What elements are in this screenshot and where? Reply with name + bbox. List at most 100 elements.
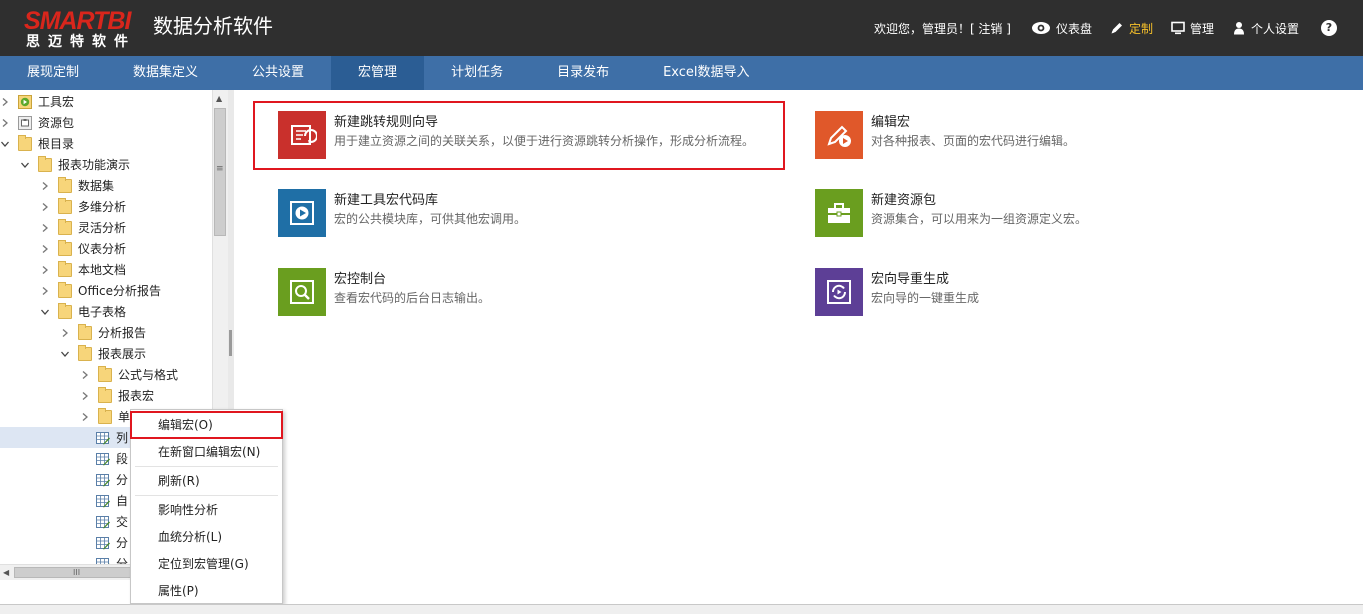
- card-new-resource-package[interactable]: 新建资源包 资源集合，可以用来为一组资源定义宏。: [815, 189, 1335, 249]
- tree-item-flexible-analysis[interactable]: 灵活分析: [0, 217, 212, 238]
- tab-directory-publish[interactable]: 目录发布: [530, 56, 636, 90]
- tree-item-label: 仪表分析: [78, 242, 127, 256]
- chevron-right-icon[interactable]: [0, 97, 10, 107]
- chevron-right-icon[interactable]: [40, 286, 50, 296]
- scroll-grip: ≡: [216, 164, 224, 174]
- tree-item-label: 报表宏: [118, 389, 155, 403]
- card-edit-macro[interactable]: 编辑宏 对各种报表、页面的宏代码进行编辑。: [815, 111, 1335, 171]
- tree-item-report-display[interactable]: 报表展示: [0, 343, 212, 364]
- tree-item-label: 报表展示: [98, 347, 147, 361]
- tree-item-resource-package[interactable]: 资源包: [0, 112, 212, 133]
- tree-item-office-report[interactable]: Office分析报告: [0, 280, 212, 301]
- top-header: SMARTBI 思迈特软件 数据分析软件 欢迎您，管理员！[ 注销 ] 仪表盘 …: [0, 0, 1363, 56]
- card-title: 新建工具宏代码库: [334, 193, 439, 208]
- tree-item-report-macro[interactable]: 报表宏: [0, 385, 212, 406]
- play-library-icon: [278, 189, 326, 237]
- toolbox-icon: [815, 189, 863, 237]
- regenerate-icon: [815, 268, 863, 316]
- card-desc: 查看宏代码的后台日志输出。: [334, 291, 491, 305]
- personal-settings-label: 个人设置: [1250, 21, 1299, 36]
- splitter-handle[interactable]: [229, 330, 232, 356]
- tree-item-label: 根目录: [38, 137, 75, 151]
- menu-separator: [135, 466, 278, 467]
- manage-link[interactable]: 管理: [1171, 20, 1214, 37]
- tree-item-label: 自: [116, 494, 129, 508]
- tab-public-settings[interactable]: 公共设置: [225, 56, 331, 90]
- header-right: 欢迎您，管理员！[ 注销 ] 仪表盘 定制 管理 个人设置 ?: [874, 0, 1363, 56]
- menu-item-impact-analysis[interactable]: 影响性分析: [131, 497, 282, 523]
- chevron-down-icon[interactable]: [60, 349, 70, 359]
- chevron-right-icon[interactable]: [80, 391, 90, 401]
- tree-vertical-scroll-thumb[interactable]: ≡: [214, 108, 226, 236]
- tree-horizontal-scroll-thumb[interactable]: III: [14, 567, 144, 578]
- highlight-box: [130, 411, 283, 439]
- card-macro-console[interactable]: 宏控制台 查看宏代码的后台日志输出。: [278, 268, 798, 328]
- tab-presentation-custom[interactable]: 展现定制: [0, 56, 106, 90]
- dashboard-link[interactable]: 仪表盘: [1031, 20, 1092, 37]
- chevron-right-icon[interactable]: [80, 370, 90, 380]
- tree-item-local-docs[interactable]: 本地文档: [0, 259, 212, 280]
- spreadsheet-report-icon: [96, 515, 110, 529]
- folder-icon: [58, 302, 72, 319]
- tree-item-tool-macro[interactable]: 工具宏: [0, 91, 212, 112]
- chevron-right-icon[interactable]: [60, 328, 70, 338]
- tree-item-label: 本地文档: [78, 263, 127, 277]
- chevron-right-icon[interactable]: [40, 265, 50, 275]
- tree-item-label: 工具宏: [38, 95, 75, 109]
- scroll-up-arrow-icon[interactable]: ▲: [216, 94, 222, 103]
- menu-item-properties[interactable]: 属性(P): [131, 578, 282, 604]
- tree-item-olap[interactable]: 多维分析: [0, 196, 212, 217]
- card-title: 宏控制台: [334, 272, 387, 287]
- tab-dataset-definition[interactable]: 数据集定义: [106, 56, 225, 90]
- card-new-tool-macro-library[interactable]: 新建工具宏代码库 宏的公共模块库，可供其他宏调用。: [278, 189, 798, 249]
- chevron-right-icon[interactable]: [40, 181, 50, 191]
- folder-icon: [78, 323, 92, 340]
- chevron-right-icon[interactable]: [80, 412, 90, 422]
- tab-macro-management[interactable]: 宏管理: [331, 56, 425, 90]
- customize-link[interactable]: 定制: [1110, 20, 1153, 37]
- chevron-right-icon[interactable]: [40, 244, 50, 254]
- folder-icon: [58, 281, 72, 298]
- menu-item-edit-macro-new-window[interactable]: 在新窗口编辑宏(N): [131, 439, 282, 465]
- chevron-right-icon[interactable]: [0, 118, 10, 128]
- chevron-right-icon[interactable]: [40, 223, 50, 233]
- card-macro-wizard-regenerate[interactable]: 宏向导重生成 宏向导的一键重生成: [815, 268, 1335, 328]
- tab-excel-import[interactable]: Excel数据导入: [636, 56, 776, 90]
- card-desc: 宏向导的一键重生成: [871, 291, 980, 305]
- welcome-logout[interactable]: 欢迎您，管理员！[ 注销 ]: [874, 20, 1011, 37]
- status-bar: [0, 604, 1363, 614]
- tree-item-report-demo[interactable]: 报表功能演示: [0, 154, 212, 175]
- card-new-jump-rule-wizard[interactable]: 新建跳转规则向导 用于建立资源之间的关联关系，以便于进行资源跳转分析操作，形成分…: [278, 111, 798, 171]
- scroll-left-arrow-icon[interactable]: ◀: [3, 568, 9, 577]
- menu-item-lineage-analysis[interactable]: 血统分析(L): [131, 524, 282, 550]
- tree-item-root[interactable]: 根目录: [0, 133, 212, 154]
- tree-item-formula-format[interactable]: 公式与格式: [0, 364, 212, 385]
- tree-item-label: 分析报告: [98, 326, 147, 340]
- chevron-down-icon[interactable]: [0, 139, 10, 149]
- chevron-right-icon[interactable]: [40, 202, 50, 212]
- card-title: 新建资源包: [871, 193, 937, 208]
- tree-item-label: 单: [118, 410, 131, 424]
- logo-subtext: 思迈特软件: [26, 34, 136, 50]
- tree-item-analysis-report[interactable]: 分析报告: [0, 322, 212, 343]
- help-icon[interactable]: ?: [1321, 20, 1337, 36]
- menu-item-locate-macro-management[interactable]: 定位到宏管理(G): [131, 551, 282, 577]
- folder-icon: [58, 176, 72, 193]
- personal-settings-link[interactable]: 个人设置: [1232, 20, 1299, 37]
- folder-icon: [98, 407, 112, 424]
- tab-scheduled-tasks[interactable]: 计划任务: [424, 56, 530, 90]
- tree-item-dashboard-analysis[interactable]: 仪表分析: [0, 238, 212, 259]
- chevron-down-icon[interactable]: [20, 160, 30, 170]
- manage-label: 管理: [1189, 21, 1214, 36]
- chevron-down-icon[interactable]: [40, 307, 50, 317]
- tree-item-dataset[interactable]: 数据集: [0, 175, 212, 196]
- card-title: 编辑宏: [871, 115, 911, 130]
- tree-item-spreadsheet[interactable]: 电子表格: [0, 301, 212, 322]
- tree-item-label: 报表功能演示: [58, 158, 131, 172]
- tree-item-label: 电子表格: [78, 305, 127, 319]
- folder-icon: [58, 260, 72, 277]
- menu-item-refresh[interactable]: 刷新(R): [131, 468, 282, 494]
- menu-separator: [135, 495, 278, 496]
- tree-item-label: 灵活分析: [78, 221, 127, 235]
- package-icon: [18, 115, 32, 130]
